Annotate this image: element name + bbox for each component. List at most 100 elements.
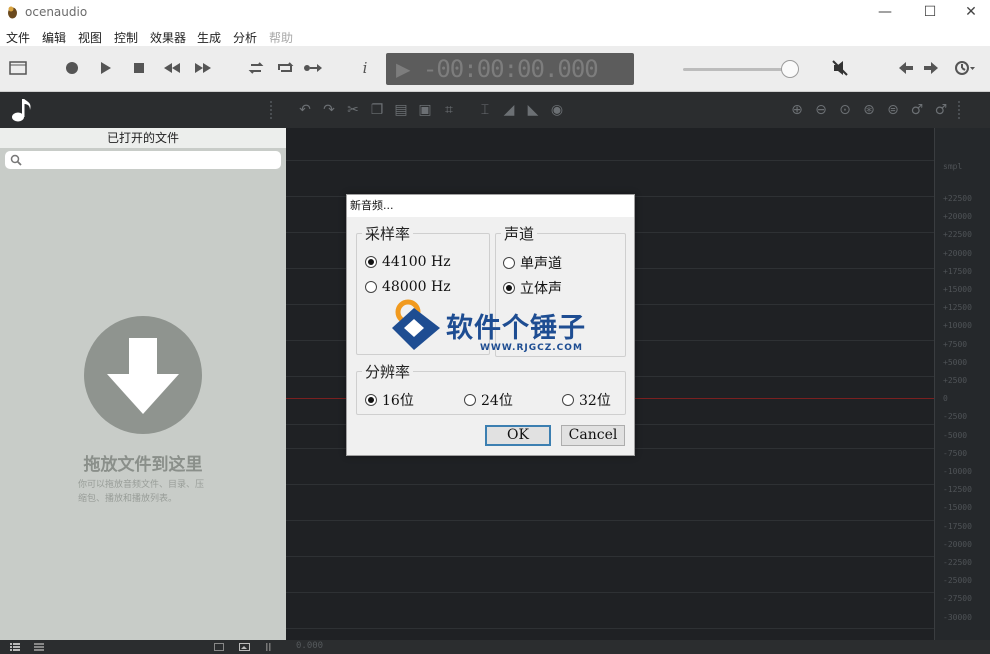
- menu-control[interactable]: 控制: [114, 29, 138, 46]
- sidebar-header: [0, 92, 286, 128]
- time-display: ▶ -00:00:00.000: [386, 53, 634, 85]
- resolution-16-radio[interactable]: 16位: [365, 390, 414, 410]
- maximize-button[interactable]: ☐: [907, 0, 953, 26]
- ruler-label: +10000: [943, 321, 972, 331]
- record-icon: [66, 62, 78, 74]
- ruler-label: +7500: [943, 339, 968, 349]
- volume-slider-knob[interactable]: [781, 60, 799, 78]
- menu-bar: 文件 编辑 视图 控制 效果器 生成 分析 帮助: [0, 26, 990, 46]
- scissors-icon: ✂: [347, 102, 359, 118]
- effects-button[interactable]: ◉: [548, 101, 566, 119]
- redo-icon: ↷: [323, 102, 335, 118]
- dialog-title: 新音频...: [347, 195, 634, 217]
- repeat-icon: [278, 62, 294, 72]
- mono-radio[interactable]: 单声道: [503, 253, 562, 273]
- copy-button[interactable]: ❐: [368, 101, 386, 119]
- fade-out-button[interactable]: ◣: [524, 101, 542, 119]
- channels-legend: 声道: [504, 225, 535, 243]
- file-search-input[interactable]: [5, 151, 281, 169]
- menu-file[interactable]: 文件: [6, 29, 30, 46]
- menu-generate[interactable]: 生成: [197, 29, 221, 46]
- sample-rate-48000-radio[interactable]: 48000 Hz: [365, 279, 451, 295]
- ruler-label: +20000: [943, 248, 972, 258]
- resolution-24-radio[interactable]: 24位: [464, 390, 513, 410]
- trim-button[interactable]: ⌶: [476, 101, 494, 119]
- minimize-button[interactable]: —: [862, 0, 908, 26]
- zoom-fit-button[interactable]: ⊛: [860, 101, 878, 119]
- zoom-in-button[interactable]: ⊕: [788, 101, 806, 119]
- menu-help[interactable]: 帮助: [269, 29, 293, 46]
- spectrogram-button[interactable]: ♂: [908, 101, 926, 119]
- ruler-label: +12500: [943, 303, 972, 313]
- radio-dot: [365, 394, 377, 406]
- window-title: ocenaudio: [25, 5, 88, 19]
- cut-button[interactable]: ✂: [344, 101, 362, 119]
- toggle-sidebar-button[interactable]: [6, 56, 30, 80]
- history-button[interactable]: [953, 56, 977, 80]
- redo-button[interactable]: ↷: [320, 101, 338, 119]
- forward-button[interactable]: [919, 56, 943, 80]
- play-cursor-icon: [304, 64, 322, 72]
- info-button[interactable]: i: [353, 56, 377, 80]
- music-note-icon: [12, 99, 31, 122]
- right-resize-handle[interactable]: [958, 101, 966, 119]
- repeat-button[interactable]: [273, 56, 297, 80]
- stereo-radio[interactable]: 立体声: [503, 278, 562, 298]
- clipboard-icon: ▣: [418, 102, 432, 118]
- radio-label: 24位: [481, 393, 513, 409]
- play-button[interactable]: [93, 56, 117, 80]
- clipboard-button[interactable]: ▣: [416, 101, 434, 119]
- fit-icon[interactable]: [214, 643, 224, 651]
- fade-in-button[interactable]: ◢: [500, 101, 518, 119]
- rewind-button[interactable]: [160, 56, 184, 80]
- cancel-button[interactable]: Cancel: [561, 425, 625, 446]
- paste-button[interactable]: ▤: [392, 101, 410, 119]
- zoom-out-button[interactable]: ⊖: [812, 101, 830, 119]
- zoom-selection-icon: ⊙: [839, 102, 851, 118]
- ruler-label: -22500: [943, 558, 972, 567]
- image-icon[interactable]: [239, 643, 250, 651]
- waveform-view-button[interactable]: ♂: [932, 101, 950, 119]
- undo-button[interactable]: ↶: [296, 101, 314, 119]
- menu-effects[interactable]: 效果器: [150, 29, 186, 46]
- zoom-selection-button[interactable]: ⊙: [836, 101, 854, 119]
- menu-analyze[interactable]: 分析: [233, 29, 257, 46]
- zoom-vertical-button[interactable]: ⊜: [884, 101, 902, 119]
- ruler-label: -5000: [943, 430, 968, 440]
- radio-dot: [365, 256, 377, 268]
- resize-handle[interactable]: [270, 101, 278, 119]
- play-cursor-button[interactable]: [301, 56, 325, 80]
- fast-forward-icon: [195, 63, 211, 73]
- drop-zone-circle[interactable]: [84, 316, 202, 434]
- stop-button[interactable]: [127, 56, 151, 80]
- rewind-icon: [164, 63, 180, 73]
- crop-button[interactable]: ⌗: [440, 101, 458, 119]
- ruler-label: +5000: [943, 357, 968, 367]
- app-icon: [8, 6, 17, 19]
- grid-line: [286, 160, 934, 161]
- grid-line: [286, 556, 934, 557]
- ruler-label: +17500: [943, 266, 972, 276]
- fast-forward-button[interactable]: [191, 56, 215, 80]
- volume-slider-track[interactable]: [683, 68, 791, 71]
- mute-button[interactable]: [828, 56, 852, 80]
- grid-line: [286, 628, 934, 629]
- ruler-label: -10000: [943, 467, 972, 476]
- record-button[interactable]: [60, 56, 84, 80]
- grip-icon[interactable]: [266, 643, 272, 651]
- ok-button[interactable]: OK: [485, 425, 551, 446]
- radio-label: 48000 Hz: [382, 279, 451, 295]
- menu-view[interactable]: 视图: [78, 29, 102, 46]
- menu-edit[interactable]: 编辑: [42, 29, 66, 46]
- close-button[interactable]: ✕: [948, 0, 990, 26]
- grid-line: [286, 592, 934, 593]
- watermark-logo: [392, 299, 440, 350]
- list-view-icon[interactable]: [10, 643, 20, 651]
- sample-rate-44100-radio[interactable]: 44100 Hz: [365, 254, 451, 270]
- loop-button[interactable]: [244, 56, 268, 80]
- main-toolbar: i ▶ -00:00:00.000: [0, 46, 990, 92]
- detail-view-icon[interactable]: [34, 643, 44, 651]
- back-button[interactable]: [894, 56, 918, 80]
- resolution-32-radio[interactable]: 32位: [562, 390, 611, 410]
- fade-in-icon: ◢: [503, 102, 515, 118]
